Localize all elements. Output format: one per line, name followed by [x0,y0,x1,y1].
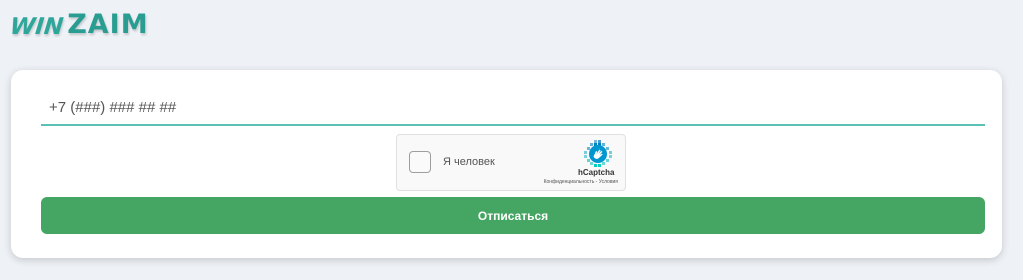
phone-input[interactable] [41,92,993,122]
unsubscribe-form-card: Я человек [11,70,1002,258]
hcaptcha-logo-icon[interactable] [584,140,612,168]
captcha-label: Я человек [443,156,495,168]
logo-win-text: WIN [8,14,65,40]
logo-zaim-text: ZAIM [67,9,149,40]
unsubscribe-button[interactable]: Отписаться [41,197,985,234]
hcaptcha-widget: Я человек hCaptcha Конфиденциальность - … [396,134,626,191]
hcaptcha-brand-text: hCaptcha [578,168,615,177]
phone-field-wrapper [41,92,993,126]
brand-logo[interactable]: WIN ZAIM [8,6,149,40]
captcha-checkbox[interactable] [409,151,431,173]
captcha-legal-links[interactable]: Конфиденциальность - Условия [544,179,618,185]
